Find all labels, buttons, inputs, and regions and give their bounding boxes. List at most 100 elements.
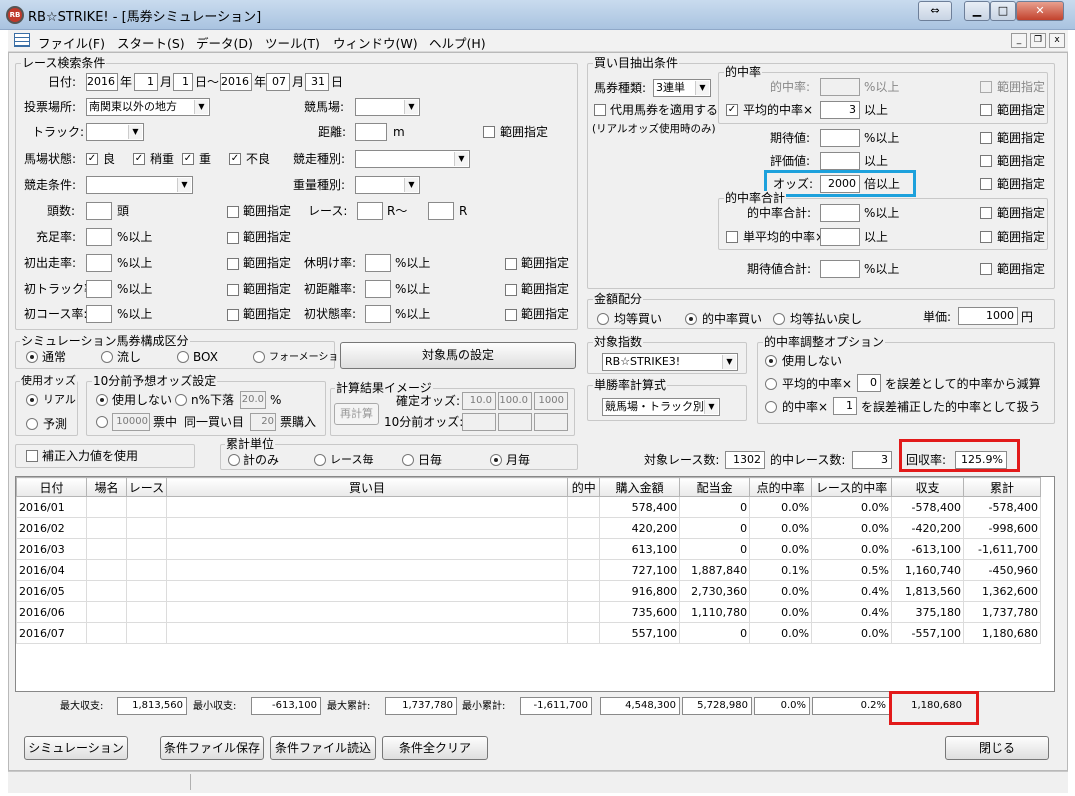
first-track-input[interactable] <box>86 280 112 298</box>
date-from-year[interactable]: 2016 <box>86 73 118 91</box>
ruikei-day-radio[interactable] <box>402 454 414 466</box>
sim-formation-radio[interactable] <box>253 351 265 363</box>
option-avg-radio[interactable] <box>765 378 777 390</box>
option-hosei-radio[interactable] <box>765 401 777 413</box>
col-kaime[interactable]: 買い目 <box>165 477 569 497</box>
odds-range-checkbox[interactable] <box>980 178 992 190</box>
odds-real-radio[interactable] <box>26 394 38 406</box>
sim-nagashi-radio[interactable] <box>101 351 113 363</box>
kitai-goukei-range-checkbox[interactable] <box>980 263 992 275</box>
first-track-range-checkbox[interactable] <box>227 284 239 296</box>
table-row[interactable]: 2016/06 735,600 1,110,780 0.0% 0.4% 375,180 1,… <box>16 601 1042 623</box>
date-to-month[interactable]: 07 <box>266 73 290 91</box>
track-select[interactable]: ▼ <box>86 123 144 141</box>
col-race-rate[interactable]: レース的中率 <box>811 477 892 497</box>
menu-tool[interactable]: ツール(T) <box>265 33 320 52</box>
menu-window[interactable]: ウィンドウ(W) <box>333 33 418 52</box>
kingaku-tekichu-radio[interactable] <box>685 313 697 325</box>
load-condition-button[interactable]: 条件ファイル読込 <box>270 736 376 760</box>
simulate-button[interactable]: シミュレーション <box>24 736 128 760</box>
sim-box-radio[interactable] <box>177 351 189 363</box>
tan-avg-checkbox[interactable] <box>726 231 738 243</box>
table-row[interactable]: 2016/04 727,100 1,887,840 0.1% 0.5% 1,160,740… <box>16 559 1042 581</box>
kitai-input[interactable] <box>820 129 860 147</box>
mdi-close-icon[interactable]: x <box>1049 33 1065 48</box>
date-to-year[interactable]: 2016 <box>220 73 252 91</box>
racecourse-select[interactable]: ▼ <box>355 98 420 116</box>
col-hit[interactable]: 的中 <box>567 477 601 497</box>
sim-normal-radio[interactable] <box>26 351 38 363</box>
shisu-select[interactable]: RB☆STRIKE3! ▼ <box>602 353 738 371</box>
col-shushi[interactable]: 収支 <box>890 477 964 497</box>
table-row[interactable]: 2016/03 613,100 0 0.0% 0.0% -613,100 -1,611,70… <box>16 538 1042 560</box>
baba-omo-checkbox[interactable]: ✓ <box>182 153 194 165</box>
distance-range-checkbox[interactable] <box>483 126 495 138</box>
goukei-input[interactable] <box>820 204 860 222</box>
kingaku-kinto-radio[interactable] <box>597 313 609 325</box>
race-to-input[interactable] <box>428 202 454 220</box>
pre10-count-input[interactable]: 10000 <box>112 413 150 431</box>
table-row[interactable]: 2016/02 420,200 0 0.0% 0.0% -420,200 -998,600 <box>16 517 1042 539</box>
date-from-day[interactable]: 1 <box>173 73 193 91</box>
result-table-container[interactable]: 日付 場名 レース 買い目 的中 購入金額 配当金 点的中率 レース的中率 収支… <box>15 476 1055 692</box>
date-to-day[interactable]: 31 <box>305 73 329 91</box>
menu-help[interactable]: ヘルプ(H) <box>429 33 486 52</box>
tansho-select[interactable]: 競馬場・トラック別 ▼ <box>602 398 720 416</box>
maximize-icon[interactable]: □ <box>990 1 1016 21</box>
kingaku-harai-radio[interactable] <box>773 313 785 325</box>
tanka-input[interactable]: 1000 <box>958 307 1018 325</box>
mdi-restore-icon[interactable]: ❐ <box>1030 33 1046 48</box>
tan-avg-range-checkbox[interactable] <box>980 231 992 243</box>
baba-yayaomo-checkbox[interactable]: ✓ <box>133 153 145 165</box>
baba-furyo-checkbox[interactable]: ✓ <box>229 153 241 165</box>
daiyo-checkbox[interactable] <box>594 104 606 116</box>
pre10-pct-input[interactable]: 20.0 <box>240 391 266 409</box>
col-place[interactable]: 場名 <box>85 477 127 497</box>
pre10-drop-radio[interactable] <box>175 394 187 406</box>
heads-input[interactable] <box>86 202 112 220</box>
mdi-minimize-icon[interactable]: _ <box>1011 33 1027 48</box>
first-range-checkbox[interactable] <box>227 258 239 270</box>
pre10-same-input[interactable]: 20 <box>250 413 276 431</box>
date-from-month[interactable]: 1 <box>134 73 158 91</box>
vote-place-select[interactable]: 南関東以外の地方 ▼ <box>86 98 210 116</box>
ruikei-total-radio[interactable] <box>228 454 240 466</box>
race-kind-select[interactable]: ▼ <box>355 150 470 168</box>
ruikei-month-radio[interactable] <box>490 454 502 466</box>
kitai-range-checkbox[interactable] <box>980 132 992 144</box>
first-jotai-input[interactable] <box>365 305 391 323</box>
baba-ryo-checkbox[interactable]: ✓ <box>86 153 98 165</box>
clear-condition-button[interactable]: 条件全クリア <box>382 736 488 760</box>
avg-range-checkbox[interactable] <box>980 104 992 116</box>
option-notuse-radio[interactable] <box>765 355 777 367</box>
tan-avg-input[interactable] <box>820 228 860 246</box>
save-condition-button[interactable]: 条件ファイル保存 <box>160 736 264 760</box>
kyumei-range-checkbox[interactable] <box>505 258 517 270</box>
odds-input[interactable]: 2000 <box>820 175 860 193</box>
first-course-range-checkbox[interactable] <box>227 309 239 321</box>
kitai-goukei-input[interactable] <box>820 260 860 278</box>
juuten-range-checkbox[interactable] <box>227 232 239 244</box>
goukei-range-checkbox[interactable] <box>980 207 992 219</box>
menu-start[interactable]: スタート(S) <box>117 33 185 52</box>
juuten-input[interactable] <box>86 228 112 246</box>
kyumei-input[interactable] <box>365 254 391 272</box>
menu-file[interactable]: ファイル(F) <box>38 33 105 52</box>
first-course-input[interactable] <box>86 305 112 323</box>
pre10-count-radio[interactable] <box>96 416 108 428</box>
weight-select[interactable]: ▼ <box>355 176 420 194</box>
close-icon[interactable]: ✕ <box>1016 1 1064 21</box>
hosei-checkbox[interactable] <box>26 450 38 462</box>
minimize-icon[interactable]: ▁ <box>964 1 990 21</box>
race-cond-select[interactable]: ▼ <box>86 176 193 194</box>
ruikei-race-radio[interactable] <box>314 454 326 466</box>
table-row[interactable]: 2016/01 578,400 0 0.0% 0.0% -578,400 -578,400 <box>16 496 1042 518</box>
race-from-input[interactable] <box>357 202 383 220</box>
recalc-button[interactable]: 再計算 <box>334 403 379 425</box>
baken-select[interactable]: 3連単 ▼ <box>653 79 711 97</box>
hyoka-range-checkbox[interactable] <box>980 155 992 167</box>
col-ten[interactable]: 点的中率 <box>749 477 813 497</box>
col-race[interactable]: レース <box>125 477 167 497</box>
first-dist-range-checkbox[interactable] <box>505 284 517 296</box>
col-haito[interactable]: 配当金 <box>679 477 751 497</box>
